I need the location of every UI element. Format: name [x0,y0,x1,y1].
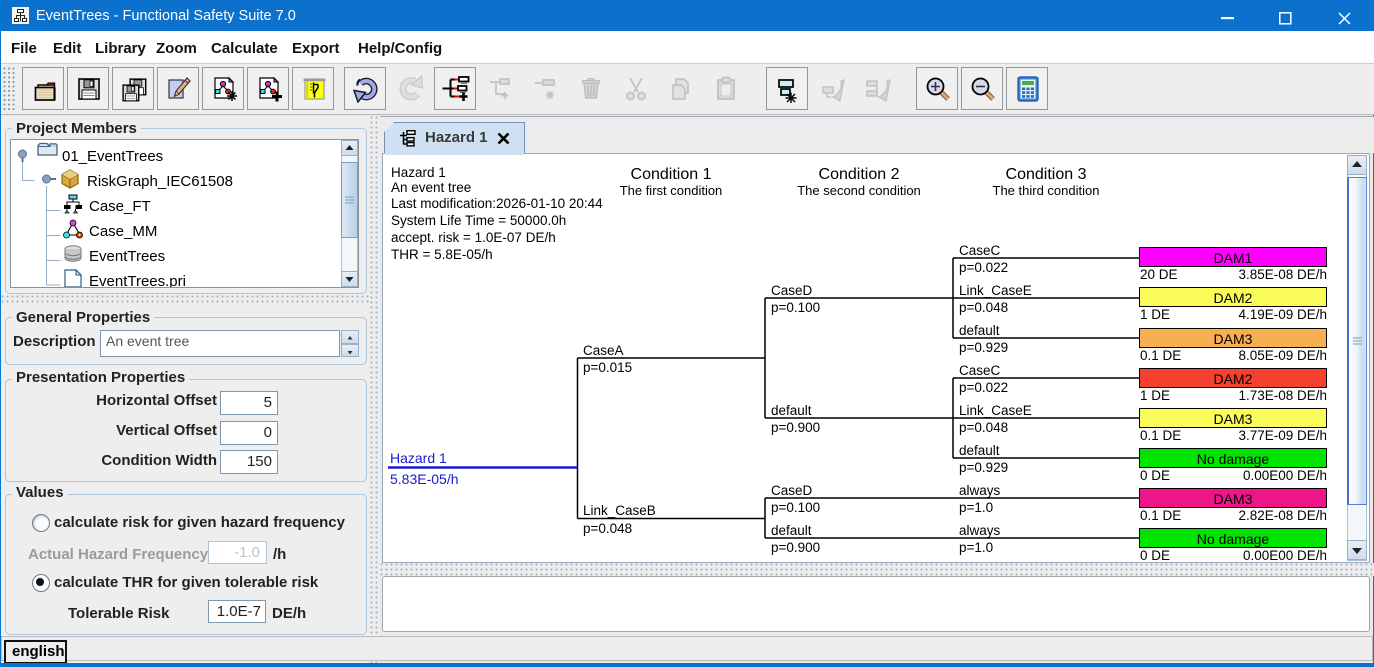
svg-text:Case_FT: Case_FT [89,198,151,215]
svg-text:Case_MM: Case_MM [89,223,157,240]
svg-text:EventTrees.pri: EventTrees.pri [89,273,186,287]
svg-text:RiskGraph_IEC61508: RiskGraph_IEC61508 [87,173,233,190]
svg-text:01_EventTrees: 01_EventTrees [62,148,163,165]
svg-text:EventTrees: EventTrees [89,248,165,265]
